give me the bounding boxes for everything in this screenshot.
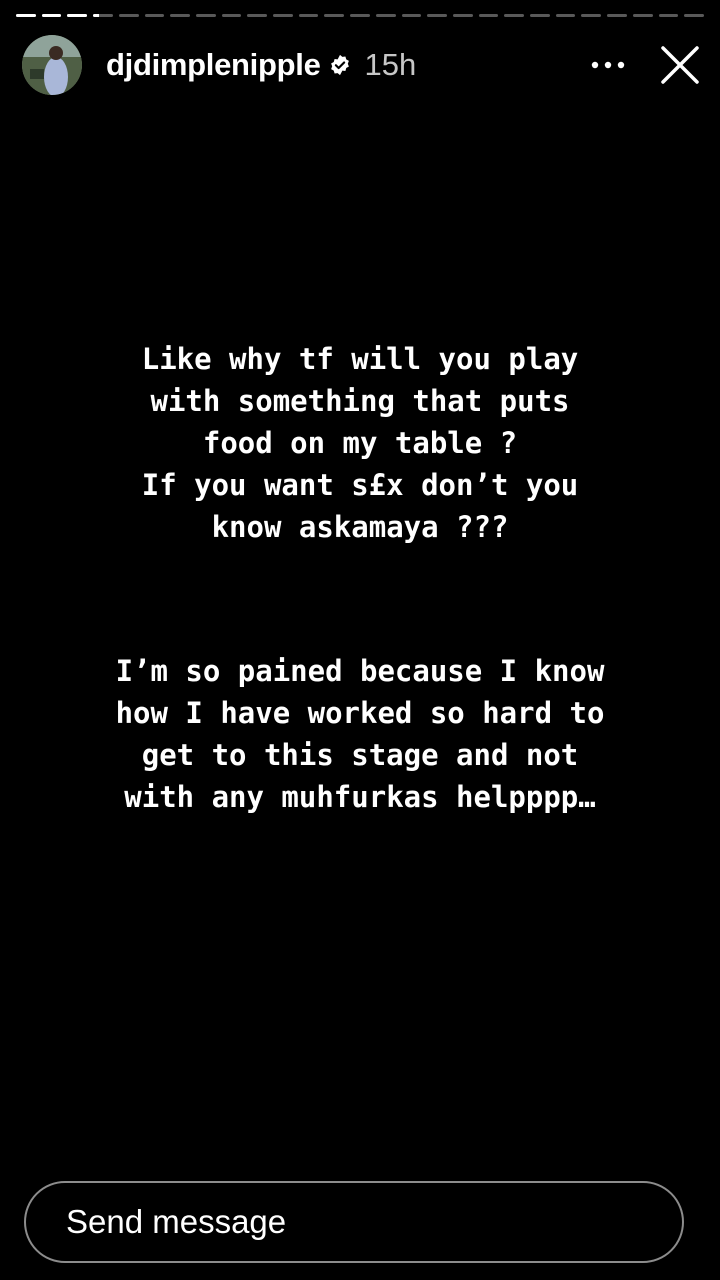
progress-segment bbox=[16, 14, 36, 17]
progress-segment bbox=[93, 14, 113, 17]
story-progress-bar bbox=[16, 14, 704, 18]
close-button[interactable] bbox=[658, 43, 702, 87]
progress-segment bbox=[478, 14, 499, 17]
progress-segment bbox=[607, 14, 627, 17]
progress-segment bbox=[632, 14, 653, 17]
progress-segment bbox=[170, 14, 190, 17]
progress-segment bbox=[581, 14, 602, 17]
progress-segment-fill bbox=[16, 14, 36, 17]
username[interactable]: djdimplenipple bbox=[106, 47, 321, 83]
progress-segment-fill bbox=[93, 14, 100, 17]
post-time: 15h bbox=[364, 47, 417, 82]
progress-segment bbox=[530, 14, 550, 17]
progress-segment bbox=[298, 14, 319, 17]
progress-segment bbox=[504, 14, 525, 17]
progress-segment bbox=[375, 14, 396, 17]
progress-segment bbox=[324, 14, 345, 17]
avatar-image bbox=[22, 35, 82, 95]
progress-segment-fill bbox=[41, 14, 62, 17]
progress-segment bbox=[401, 14, 422, 17]
progress-segment bbox=[195, 14, 216, 17]
send-message-input[interactable]: Send message bbox=[24, 1181, 684, 1263]
more-horizontal-icon bbox=[591, 61, 625, 69]
verified-badge-icon bbox=[329, 54, 351, 76]
progress-segment bbox=[41, 14, 62, 17]
story-text-paragraph-2: I’m so pained because I know how I have … bbox=[115, 654, 605, 814]
progress-segment bbox=[67, 14, 88, 17]
more-options-button[interactable] bbox=[586, 43, 630, 87]
progress-segment bbox=[221, 14, 242, 17]
story-text-paragraph-1: Like why tf will you play with something… bbox=[141, 342, 579, 544]
progress-segment-fill bbox=[67, 14, 88, 17]
progress-segment bbox=[452, 14, 473, 17]
progress-segment bbox=[658, 14, 679, 17]
story-header: djdimplenipple 15h bbox=[22, 34, 702, 96]
progress-segment bbox=[144, 14, 165, 17]
progress-segment bbox=[427, 14, 447, 17]
progress-segment bbox=[350, 14, 370, 17]
avatar[interactable] bbox=[22, 35, 82, 95]
close-icon bbox=[661, 46, 699, 84]
progress-segment bbox=[247, 14, 268, 17]
progress-segment bbox=[118, 14, 139, 17]
progress-segment bbox=[273, 14, 293, 17]
progress-segment bbox=[555, 14, 576, 17]
progress-segment bbox=[684, 14, 704, 17]
send-message-placeholder: Send message bbox=[66, 1203, 287, 1240]
